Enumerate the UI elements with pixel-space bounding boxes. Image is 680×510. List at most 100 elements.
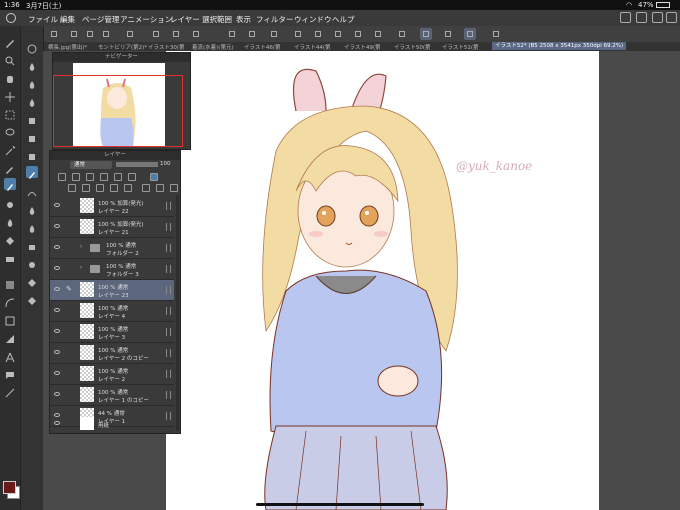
new-file-icon[interactable] [68, 28, 80, 40]
visibility-eye-icon[interactable] [54, 287, 60, 291]
mask-icon[interactable] [114, 173, 122, 181]
export-icon[interactable] [170, 28, 182, 40]
subtool-14-icon[interactable] [26, 274, 38, 287]
subtool-8-icon[interactable] [26, 166, 38, 179]
layer-row-selected[interactable]: ✎ 100 % 通常 レイヤー 23 [50, 280, 174, 301]
layer-row[interactable]: 100 % 通常 レイヤー 2 のコピー [50, 343, 174, 364]
layer-row[interactable]: 100 % 通常 レイヤー 1 のコピー [50, 385, 174, 406]
drag-handle-icon[interactable] [166, 307, 171, 315]
select-tool-icon[interactable] [4, 106, 16, 120]
drag-handle-icon[interactable] [166, 286, 171, 294]
visibility-eye-icon[interactable] [54, 203, 60, 207]
new-raster-layer-icon[interactable] [68, 184, 76, 192]
subtool-6-icon[interactable] [26, 130, 38, 142]
app-logo-icon[interactable] [6, 13, 16, 23]
tray-icon-3[interactable] [652, 12, 663, 23]
delete-layer-icon[interactable] [170, 184, 178, 192]
tray-icon-1[interactable] [620, 12, 631, 23]
menu-file[interactable]: ファイル [28, 14, 58, 25]
ruler-layer-icon[interactable] [128, 173, 136, 181]
auto-action-icon[interactable] [124, 28, 136, 40]
menu-window[interactable]: ウィンドウ [294, 14, 332, 25]
redo-icon[interactable] [246, 28, 258, 40]
airbrush-tool-icon[interactable] [4, 196, 16, 208]
hand-tool-icon[interactable] [4, 70, 16, 83]
tab-doc-active[interactable]: イラスト52* (B5 2508 x 3541px 350dpi 69.2%) [492, 42, 627, 50]
menu-filter[interactable]: フィルター [256, 14, 293, 25]
drag-handle-icon[interactable] [166, 328, 171, 336]
hamburger-icon[interactable] [48, 28, 60, 40]
menu-edit[interactable]: 編集 [60, 14, 75, 25]
tab-doc-9[interactable]: イラスト51(第 [442, 43, 479, 51]
menu-animation[interactable]: アニメーション [120, 14, 172, 25]
clear-icon[interactable] [268, 28, 280, 40]
subtool-7-icon[interactable] [26, 148, 38, 160]
clip-icon[interactable] [72, 173, 80, 181]
reference-icon[interactable] [86, 173, 94, 181]
copy-layer-icon[interactable] [124, 184, 132, 192]
visibility-eye-icon[interactable] [54, 421, 60, 425]
subtool-10-icon[interactable] [26, 202, 38, 215]
drag-handle-icon[interactable] [166, 391, 171, 399]
navigator-view-rect[interactable] [53, 75, 183, 147]
drag-handle-icon[interactable] [166, 202, 171, 210]
menu-help[interactable]: ヘルプ [332, 14, 355, 25]
subtool-11-icon[interactable] [26, 220, 38, 233]
new-vector-layer-icon[interactable] [82, 184, 90, 192]
subtool-2-icon[interactable] [26, 58, 38, 71]
settings-icon[interactable] [490, 28, 502, 40]
visibility-eye-icon[interactable] [54, 392, 60, 396]
deselect-icon[interactable] [332, 28, 344, 40]
tab-doc-6[interactable]: イラスト44(第 [294, 43, 331, 51]
tab-doc-5[interactable]: イラスト46(第 [244, 43, 281, 51]
tab-doc-2[interactable]: モントビリア(第2)* [98, 43, 147, 51]
visibility-eye-icon[interactable] [54, 308, 60, 312]
main-color-swatch[interactable] [3, 481, 16, 494]
move-tool-icon[interactable] [4, 88, 16, 102]
tray-icon-2[interactable] [636, 12, 647, 23]
lasso-tool-icon[interactable] [4, 124, 16, 136]
drag-handle-icon[interactable] [166, 265, 171, 273]
create-mask-icon[interactable] [142, 184, 150, 192]
export-image-icon[interactable] [190, 28, 202, 40]
balloon-tool-icon[interactable] [4, 366, 16, 379]
correct-line-tool-icon[interactable] [4, 384, 16, 398]
snap-special-ruler-icon[interactable] [464, 28, 476, 40]
subtool-12-icon[interactable] [26, 238, 38, 250]
tray-icon-4[interactable] [666, 12, 677, 23]
subtool-3-icon[interactable] [26, 76, 38, 89]
visibility-eye-icon[interactable] [54, 329, 60, 333]
drag-handle-icon[interactable] [166, 244, 171, 252]
subtool-5-icon[interactable] [26, 112, 38, 124]
subtool-13-icon[interactable] [26, 256, 38, 268]
folder-row[interactable]: › 100 % 通常 フォルダー 3 [50, 259, 174, 280]
merge-down-icon[interactable] [110, 184, 118, 192]
wand-tool-icon[interactable] [4, 142, 16, 156]
pen-tool-icon[interactable] [4, 34, 16, 48]
visibility-eye-icon[interactable] [54, 224, 60, 228]
layer-row[interactable]: 100 % 通常 レイヤー 3 [50, 322, 174, 343]
invert-selection-icon[interactable] [352, 28, 364, 40]
tab-doc-8[interactable]: イラスト50(第 [394, 43, 431, 51]
opacity-slider[interactable] [116, 162, 158, 167]
tab-doc-3[interactable]: イラスト30(第 [148, 43, 185, 51]
blend-mode-select[interactable]: 通常 [70, 161, 112, 169]
text-tool-icon[interactable] [4, 348, 16, 363]
apply-mask-icon[interactable] [156, 184, 164, 192]
drawing-canvas[interactable]: @yuk_kanoe [166, 51, 599, 510]
save-icon[interactable] [100, 28, 112, 40]
lock-icon[interactable] [58, 173, 66, 181]
blend-tool-icon[interactable] [4, 214, 16, 227]
folder-row[interactable]: › 100 % 通常 フォルダー 2 [50, 238, 174, 259]
drag-handle-icon[interactable] [166, 223, 171, 231]
brush-tool-icon[interactable] [4, 178, 16, 191]
visibility-eye-icon[interactable] [54, 266, 60, 270]
gradient-tool-icon[interactable] [4, 276, 16, 289]
layer-scrollbar[interactable] [176, 195, 179, 431]
subtool-9-icon[interactable] [26, 184, 38, 197]
menu-selection[interactable]: 選択範囲 [202, 14, 232, 25]
zoom-tool-icon[interactable] [4, 52, 16, 66]
folder-expand-icon[interactable]: › [80, 264, 82, 271]
open-file-icon[interactable] [84, 28, 96, 40]
tab-doc-1[interactable]: 横長.jpg(第出)* [48, 43, 87, 51]
